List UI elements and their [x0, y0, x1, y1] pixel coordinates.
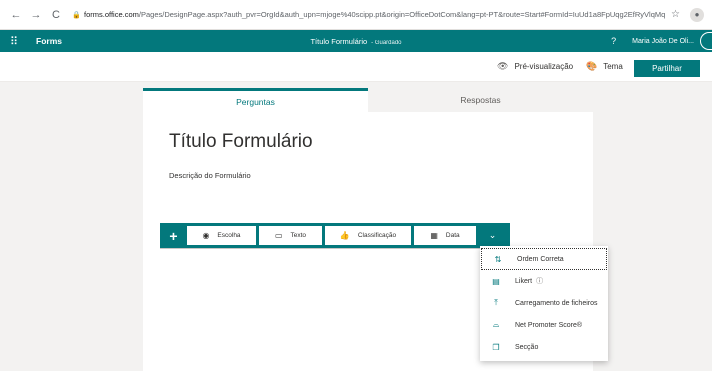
- eye-icon: 👁: [497, 61, 509, 71]
- lock-icon: 🔒: [72, 11, 81, 19]
- text-box-icon: ▭: [274, 231, 283, 240]
- address-bar[interactable]: 🔒 forms.office.com/Pages/DesignPage.aspx…: [72, 10, 665, 19]
- text-button[interactable]: ▭ Texto: [259, 226, 322, 245]
- tab-responses[interactable]: Respostas: [368, 88, 593, 112]
- menu-item-label: Ordem Correta: [517, 255, 564, 263]
- avatar[interactable]: [700, 32, 712, 50]
- theme-label: Tema: [603, 62, 623, 71]
- grid-icon: ▤: [492, 276, 500, 286]
- preview-button[interactable]: 👁 Pré-visualização: [497, 61, 573, 72]
- document-title: Título Formulário - Guardado: [0, 37, 712, 46]
- back-icon[interactable]: ←: [8, 9, 24, 21]
- sort-icon: ⇅: [494, 254, 502, 264]
- forward-icon[interactable]: →: [28, 9, 44, 21]
- palette-icon: 🎨: [586, 61, 598, 71]
- date-button[interactable]: ▦ Data: [414, 226, 476, 245]
- menu-item-likert[interactable]: ▤ Likert ⓘ: [480, 270, 608, 292]
- date-label: Data: [445, 232, 460, 239]
- form-toolbar: 👁 Pré-visualização 🎨 Tema Partilhar: [0, 52, 712, 82]
- text-label: Texto: [290, 232, 307, 239]
- choice-label: Escolha: [217, 232, 241, 239]
- upload-icon: ⤒: [494, 298, 498, 307]
- add-question-button[interactable]: +: [160, 223, 187, 248]
- menu-item-label: Secção: [515, 343, 539, 351]
- radio-icon: ◉: [202, 231, 210, 240]
- choice-button[interactable]: ◉ Escolha: [187, 226, 256, 245]
- menu-item-nps[interactable]: ⌓ Net Promoter Score®: [480, 314, 608, 336]
- save-status: - Guardado: [371, 39, 402, 46]
- rating-button[interactable]: 👍 Classificação: [325, 226, 411, 245]
- form-description[interactable]: Descrição do Formulário: [169, 171, 251, 180]
- chevron-down-icon: ⌄: [488, 230, 497, 240]
- browser-toolbar: ← → C 🔒 forms.office.com/Pages/DesignPag…: [0, 0, 712, 30]
- menu-item-label: Likert: [515, 277, 533, 285]
- gauge-icon: ⌓: [492, 320, 500, 329]
- profile-icon[interactable]: ●: [690, 7, 704, 22]
- tab-questions[interactable]: Perguntas: [143, 88, 368, 112]
- app-brand[interactable]: Forms: [36, 36, 62, 46]
- app-launcher-icon[interactable]: ⠿: [10, 35, 30, 48]
- preview-label: Pré-visualização: [514, 62, 574, 71]
- menu-item-file-upload[interactable]: ⤒ Carregamento de ficheiros: [480, 292, 608, 314]
- share-button[interactable]: Partilhar: [634, 60, 700, 77]
- menu-item-label: Carregamento de ficheiros: [515, 299, 598, 307]
- star-icon[interactable]: ☆: [671, 9, 680, 20]
- help-icon[interactable]: ?: [611, 36, 616, 46]
- thumbs-up-icon: 👍: [339, 231, 350, 240]
- app-header: ⠿ Forms Título Formulário - Guardado ? Ma…: [0, 30, 712, 52]
- theme-button[interactable]: 🎨 Tema: [586, 61, 623, 72]
- question-divider: [160, 248, 510, 249]
- section-icon: ❐: [492, 342, 500, 352]
- more-question-types-button[interactable]: ⌄: [479, 223, 506, 248]
- menu-item-ranking[interactable]: ⇅ Ordem Correta: [481, 248, 607, 270]
- calendar-icon: ▦: [430, 231, 438, 240]
- info-icon[interactable]: ⓘ: [536, 276, 543, 286]
- url-path: /Pages/DesignPage.aspx?auth_pvr=OrgId&au…: [138, 10, 666, 19]
- rating-label: Classificação: [357, 232, 397, 239]
- menu-item-section[interactable]: ❐ Secção: [480, 336, 608, 358]
- question-type-menu: ⇅ Ordem Correta ▤ Likert ⓘ ⤒ Carregament…: [480, 246, 608, 361]
- menu-item-label: Net Promoter Score®: [515, 321, 583, 329]
- url-host: forms.office.com: [84, 10, 139, 19]
- header-form-title: Título Formulário: [310, 36, 368, 46]
- add-question-bar: + ◉ Escolha ▭ Texto 👍 Classificação ▦ Da…: [160, 223, 510, 248]
- tab-bar: Perguntas Respostas: [143, 88, 593, 112]
- form-title[interactable]: Título Formulário: [169, 131, 313, 153]
- user-name[interactable]: Maria João De Oli...: [632, 38, 694, 45]
- reload-icon[interactable]: C: [48, 9, 64, 21]
